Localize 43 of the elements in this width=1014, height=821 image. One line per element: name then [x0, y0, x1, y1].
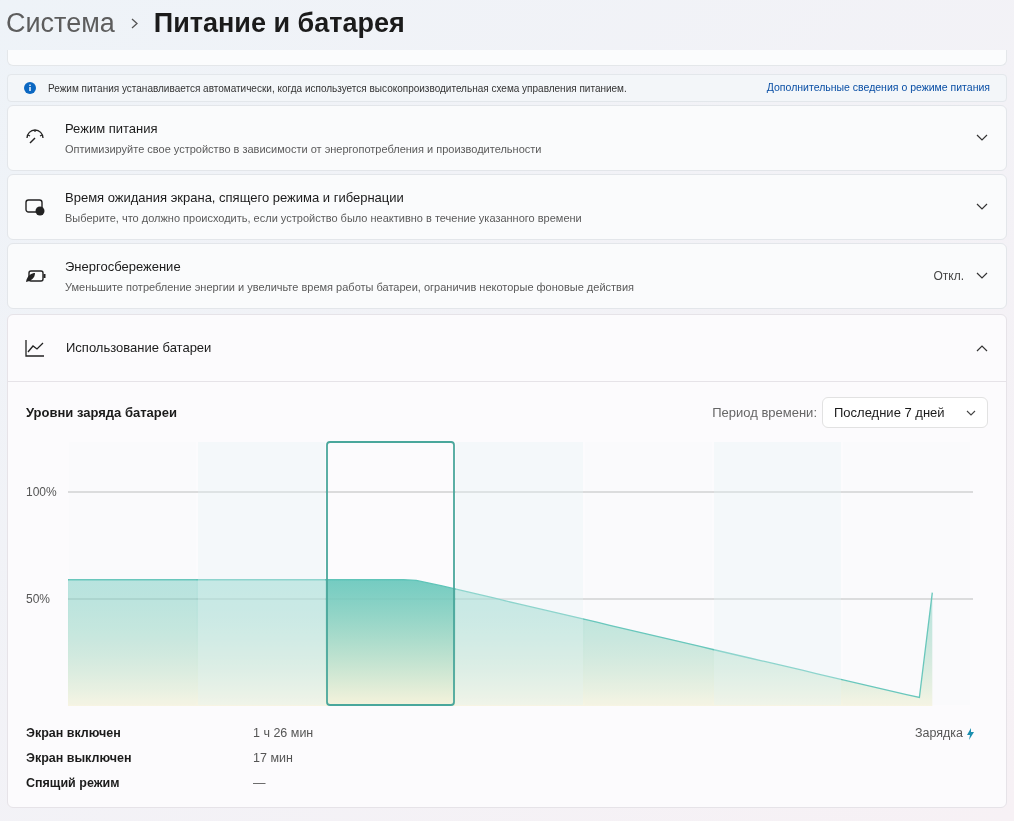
- setting-card[interactable]: Время ожидания экрана, спящего режима и гибернации Выберите, что должно происходить, если устройство было неактивно в течение указанного времени: [7, 174, 1007, 240]
- setting-description: Оптимизируйте свое устройство в зависимости от энергопотребления и производительности: [65, 141, 543, 157]
- stat-label: Экран выключен: [26, 750, 133, 768]
- battery-usage-header[interactable]: Использование батареи: [8, 315, 1006, 382]
- stat-value: 17 мин: [253, 750, 294, 768]
- setting-title: Время ожидания экрана, спящего режима и гибернации: [65, 189, 405, 207]
- setting-description: Выберите, что должно происходить, если устройство было неактивно в течение указанного времени: [65, 210, 583, 226]
- setting-card[interactable]: Режим питания Оптимизируйте свое устройство в зависимости от энергопотребления и производительности: [7, 105, 1007, 171]
- stat-label: Экран включен: [26, 725, 122, 743]
- day-column[interactable]: [326, 441, 455, 706]
- chevron-down-icon: [966, 409, 976, 416]
- line-chart-icon: [25, 339, 45, 357]
- battery-leaf-icon: [25, 267, 47, 285]
- lightning-icon: [967, 727, 974, 740]
- chart-title: Уровни заряда батареи: [26, 403, 178, 422]
- y-tick-label: 50%: [26, 592, 51, 606]
- info-icon: [24, 82, 36, 94]
- stat-value: —: [253, 775, 267, 793]
- day-column[interactable]: [714, 442, 841, 705]
- day-column[interactable]: [456, 442, 583, 705]
- chevron-down-icon: [976, 134, 988, 142]
- chevron-up-icon: [976, 344, 988, 352]
- info-link[interactable]: Дополнительные сведения о режиме питания: [766, 80, 990, 96]
- section-title: Использование батареи: [66, 339, 213, 358]
- info-text: Режим питания устанавливается автоматически, когда используется высокопроизводительная схема управления питанием.: [48, 81, 628, 96]
- setting-value: Откл.: [933, 268, 964, 285]
- breadcrumb-parent[interactable]: Система: [6, 2, 115, 44]
- setting-title: Энергосбережение: [65, 258, 182, 276]
- charging-label: Зарядка: [914, 725, 963, 743]
- day-column[interactable]: [198, 442, 325, 705]
- chevron-down-icon: [976, 272, 988, 280]
- page-title: Питание и батарея: [153, 6, 405, 40]
- screen-sleep-icon: [25, 198, 45, 216]
- chevron-right-icon: [130, 17, 138, 29]
- chevron-down-icon: [976, 203, 988, 211]
- setting-description: Уменьшите потребление энергии и увеличьте время работы батареи, ограничив некоторые фоновые действия: [65, 279, 636, 295]
- setting-card[interactable]: Энергосбережение Уменьшите потребление энергии и увеличьте время работы батареи, ограничив некоторые фоновые действия Откл.: [7, 243, 1007, 309]
- period-label: Период времени:: [712, 403, 817, 422]
- stat-label: Спящий режим: [26, 775, 121, 793]
- setting-title: Режим питания: [65, 120, 159, 138]
- stat-value: 1 ч 26 мин: [253, 725, 315, 743]
- period-dropdown[interactable]: Последние 7 дней: [822, 397, 988, 428]
- y-tick-label: 100%: [26, 485, 57, 499]
